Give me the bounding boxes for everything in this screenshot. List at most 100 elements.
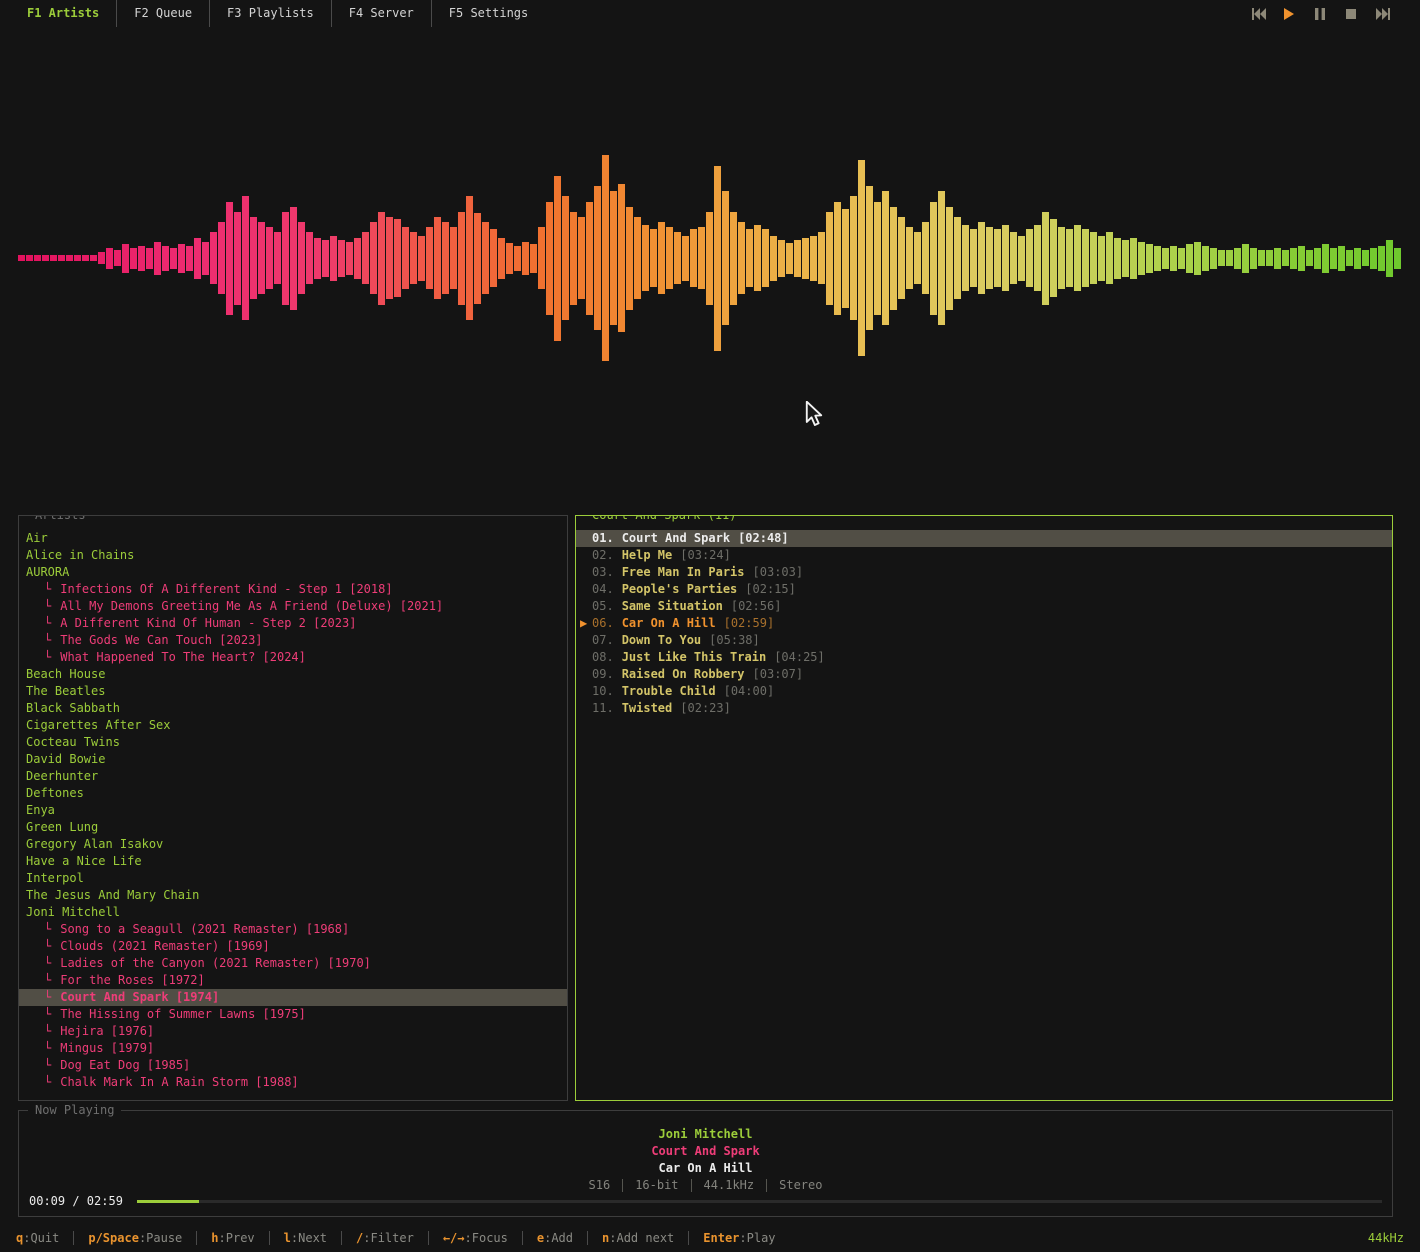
- waveform-visualizer: [18, 152, 1402, 364]
- album-row[interactable]: └For the Roses [1972]: [19, 972, 567, 989]
- tab-f3-playlists[interactable]: F3 Playlists: [209, 0, 331, 27]
- artist-row[interactable]: Gregory Alan Isakov: [19, 836, 567, 853]
- track-row[interactable]: 09.Raised On Robbery[03:07]: [576, 666, 1392, 683]
- waveform-bar: [1266, 250, 1273, 266]
- artist-row[interactable]: Deftones: [19, 785, 567, 802]
- waveform-bar: [514, 246, 521, 271]
- track-row[interactable]: 03.Free Man In Paris[03:03]: [576, 564, 1392, 581]
- album-row[interactable]: └Chalk Mark In A Rain Storm [1988]: [19, 1074, 567, 1091]
- waveform-bar: [354, 238, 361, 279]
- waveform-bar: [1258, 250, 1265, 266]
- waveform-bar: [658, 222, 665, 294]
- album-row[interactable]: └All My Demons Greeting Me As A Friend (…: [19, 598, 567, 615]
- artist-row[interactable]: Joni Mitchell: [19, 904, 567, 921]
- waveform-bar: [962, 225, 969, 291]
- pause-icon[interactable]: [1314, 8, 1328, 23]
- waveform-bar: [90, 255, 97, 261]
- track-row[interactable]: 08.Just Like This Train[04:25]: [576, 649, 1392, 666]
- album-row[interactable]: └A Different Kind Of Human - Step 2 [202…: [19, 615, 567, 632]
- artist-row[interactable]: The Beatles: [19, 683, 567, 700]
- track-row[interactable]: 11.Twisted[02:23]: [576, 700, 1392, 717]
- artists-panel: Artists AirAlice in ChainsAURORA└Infecti…: [18, 515, 568, 1101]
- artist-row[interactable]: Alice in Chains: [19, 547, 567, 564]
- waveform-bar: [1042, 212, 1049, 305]
- waveform-bar: [402, 227, 409, 289]
- waveform-bar: [314, 238, 321, 279]
- artist-row[interactable]: Deerhunter: [19, 768, 567, 785]
- waveform-bar: [866, 186, 873, 330]
- waveform-bar: [378, 212, 385, 305]
- mouse-cursor: [805, 401, 823, 430]
- waveform-bar: [1050, 219, 1057, 297]
- artist-row[interactable]: Cocteau Twins: [19, 734, 567, 751]
- tab-f2-queue[interactable]: F2 Queue: [116, 0, 209, 27]
- album-row[interactable]: └Infections Of A Different Kind - Step 1…: [19, 581, 567, 598]
- waveform-bar: [258, 222, 265, 294]
- artist-row[interactable]: David Bowie: [19, 751, 567, 768]
- key-action: :Next: [291, 1231, 327, 1245]
- track-duration: [02:15]: [745, 581, 796, 598]
- skip-next-icon[interactable]: [1376, 8, 1390, 23]
- track-row[interactable]: 01.Court And Spark[02:48]: [576, 530, 1392, 547]
- track-row[interactable]: 07.Down To You[05:38]: [576, 632, 1392, 649]
- album-row[interactable]: └The Hissing of Summer Lawns [1975]: [19, 1006, 567, 1023]
- seek-bar[interactable]: [137, 1200, 1382, 1203]
- tree-branch-icon: └: [44, 1075, 51, 1089]
- album-row[interactable]: └What Happened To The Heart? [2024]: [19, 649, 567, 666]
- tab-f5-settings[interactable]: F5 Settings: [431, 0, 545, 27]
- track-title: Twisted: [622, 700, 673, 717]
- tab-f1-artists[interactable]: F1 Artists: [10, 0, 116, 27]
- album-row[interactable]: └Hejira [1976]: [19, 1023, 567, 1040]
- now-playing-album: Court And Spark: [19, 1143, 1392, 1160]
- artist-row[interactable]: Cigarettes After Sex: [19, 717, 567, 734]
- album-row[interactable]: └Mingus [1979]: [19, 1040, 567, 1057]
- album-row[interactable]: └Song to a Seagull (2021 Remaster) [1968…: [19, 921, 567, 938]
- waveform-bar: [1114, 238, 1121, 279]
- waveform-bar: [1378, 246, 1385, 271]
- artist-row[interactable]: Green Lung: [19, 819, 567, 836]
- tab-f4-server[interactable]: F4 Server: [331, 0, 431, 27]
- waveform-bar: [954, 217, 961, 299]
- album-label: The Gods We Can Touch [2023]: [60, 633, 262, 647]
- artist-label: Green Lung: [26, 820, 98, 834]
- skip-previous-icon[interactable]: [1252, 8, 1266, 23]
- artist-row[interactable]: Air: [19, 530, 567, 547]
- album-row[interactable]: └Court And Spark [1974]: [19, 989, 567, 1006]
- artist-row[interactable]: Black Sabbath: [19, 700, 567, 717]
- album-row[interactable]: └Clouds (2021 Remaster) [1969]: [19, 938, 567, 955]
- keybinding-filter: /:Filter: [341, 1231, 428, 1245]
- artist-row[interactable]: AURORA: [19, 564, 567, 581]
- waveform-bar: [290, 207, 297, 310]
- track-row[interactable]: ▶06.Car On A Hill[02:59]: [576, 615, 1392, 632]
- artists-panel-title: Artists: [28, 515, 93, 522]
- tree-branch-icon: └: [44, 1024, 51, 1038]
- format-part: 16-bit: [622, 1179, 690, 1192]
- artist-row[interactable]: The Jesus And Mary Chain: [19, 887, 567, 904]
- waveform-bar: [1034, 225, 1041, 291]
- artist-row[interactable]: Enya: [19, 802, 567, 819]
- album-row[interactable]: └Ladies of the Canyon (2021 Remaster) [1…: [19, 955, 567, 972]
- waveform-bar: [682, 236, 689, 281]
- waveform-bar: [898, 217, 905, 299]
- track-row[interactable]: 04.People's Parties[02:15]: [576, 581, 1392, 598]
- track-number: 09.: [592, 666, 614, 683]
- artist-row[interactable]: Have a Nice Life: [19, 853, 567, 870]
- waveform-bar: [338, 240, 345, 277]
- play-icon[interactable]: [1283, 8, 1297, 23]
- waveform-bar: [746, 229, 753, 287]
- waveform-bar: [418, 236, 425, 281]
- waveform-bar: [274, 232, 281, 284]
- waveform-bar: [706, 212, 713, 305]
- artist-row[interactable]: Interpol: [19, 870, 567, 887]
- artist-row[interactable]: Beach House: [19, 666, 567, 683]
- track-row[interactable]: 10.Trouble Child[04:00]: [576, 683, 1392, 700]
- waveform-bar: [1082, 229, 1089, 287]
- track-row[interactable]: 05.Same Situation[02:56]: [576, 598, 1392, 615]
- playing-marker-icon: [576, 547, 592, 564]
- album-row[interactable]: └The Gods We Can Touch [2023]: [19, 632, 567, 649]
- album-label: Mingus [1979]: [60, 1041, 154, 1055]
- waveform-bar: [1130, 238, 1137, 279]
- album-row[interactable]: └Dog Eat Dog [1985]: [19, 1057, 567, 1074]
- track-row[interactable]: 02.Help Me[03:24]: [576, 547, 1392, 564]
- stop-icon[interactable]: [1345, 8, 1359, 23]
